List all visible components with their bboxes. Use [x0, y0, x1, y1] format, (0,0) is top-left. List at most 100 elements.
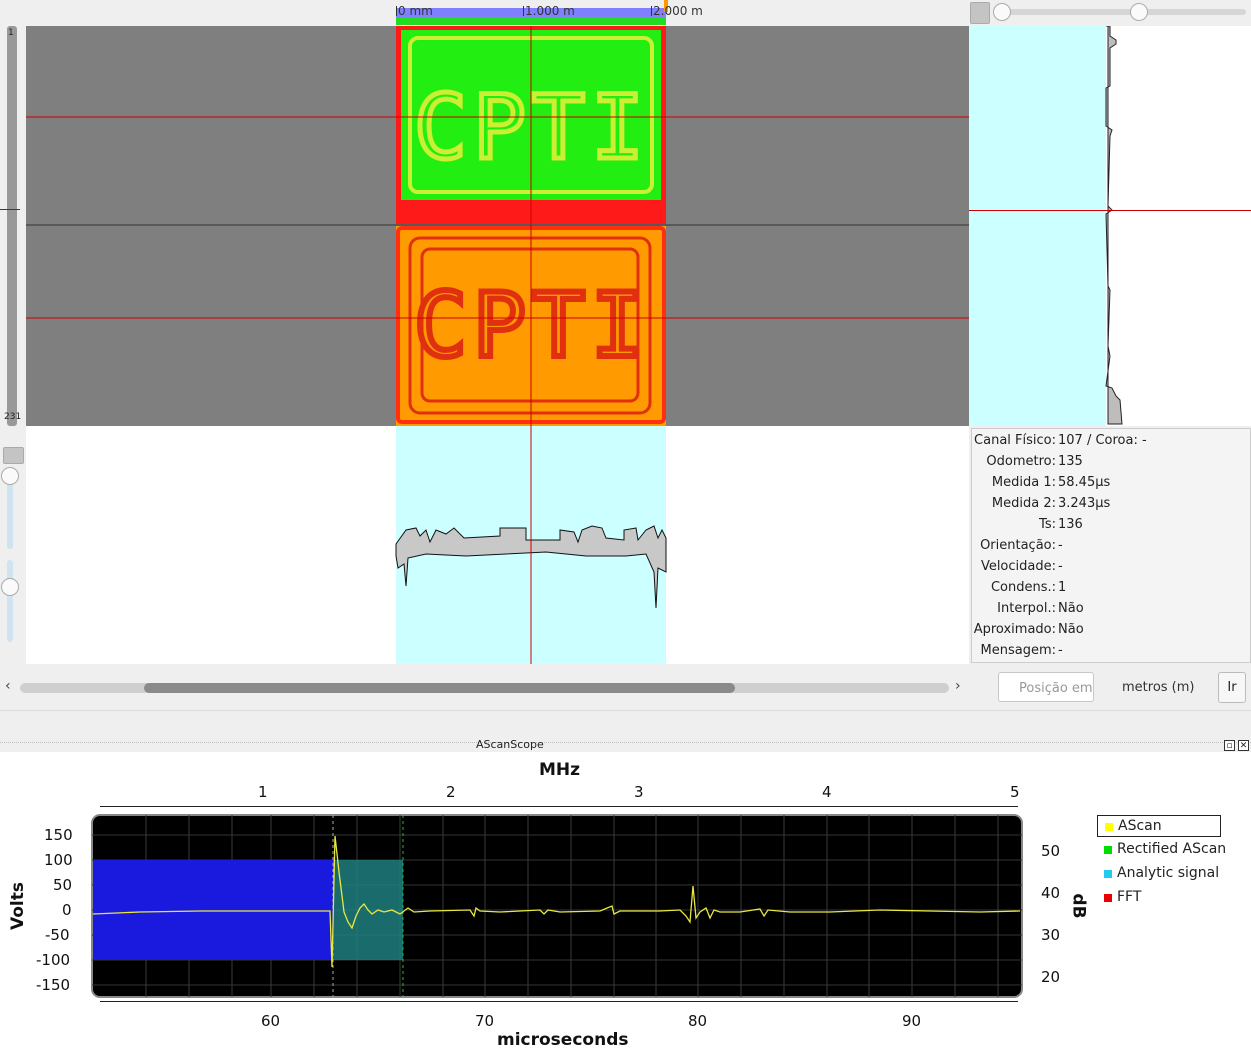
ruler-green-band: [396, 17, 666, 25]
info-value: -: [1058, 643, 1063, 658]
ruler-label-1: 1.000 m: [525, 4, 575, 18]
info-row: Ts: 136: [972, 517, 1251, 538]
bottom-profile-plot: [395, 426, 667, 664]
left-slider-knob-1[interactable]: [1, 467, 19, 485]
top-axis-line: [100, 806, 1018, 807]
vertical-scan-slider[interactable]: 1 231: [4, 26, 21, 426]
volts-tick-0: 0: [62, 901, 72, 919]
legend-swatch: [1105, 823, 1113, 831]
gate-1[interactable]: [93, 860, 333, 960]
left-cursor-tick: [0, 209, 20, 210]
horizontal-range-track[interactable]: [996, 9, 1246, 15]
range-min-knob[interactable]: [993, 3, 1011, 21]
close-icon[interactable]: ✕: [1238, 740, 1249, 751]
left-slider-knob-2[interactable]: [1, 578, 19, 596]
legend-label: FFT: [1117, 889, 1142, 905]
info-value: 135: [1058, 454, 1083, 469]
top-ruler: 0 mm 1.000 m 2.000 m: [396, 0, 703, 26]
info-row: Medida 2: 3.243µs: [972, 496, 1251, 517]
go-button[interactable]: Ir: [1218, 672, 1246, 703]
cscan-image: CPTI CPTI: [26, 26, 969, 426]
info-key: Mensagem:: [980, 643, 1057, 658]
legend-item[interactable]: FFT: [1097, 887, 1221, 909]
legend-item[interactable]: AScan: [1097, 815, 1221, 837]
dock-splitter[interactable]: [0, 710, 1251, 738]
info-value: 58.45µs: [1058, 475, 1111, 490]
ascan-plot[interactable]: [0, 752, 1251, 1060]
dock-grip[interactable]: [0, 742, 1251, 745]
info-key: Odometro:: [986, 454, 1056, 469]
info-value: 136: [1058, 517, 1083, 532]
legend-item[interactable]: Analytic signal: [1097, 863, 1221, 885]
info-key: Ts:: [1039, 517, 1056, 532]
info-key: Canal Físico:: [974, 433, 1056, 448]
info-value: 107 / Coroa: -: [1058, 433, 1147, 448]
right-profile-plot: [1105, 26, 1123, 425]
info-panel: Canal Físico: 107 / Coroa: - Odometro: 135 M…: [971, 428, 1251, 663]
right-cursor-line: [969, 210, 1251, 211]
unit-label: metros (m): [1122, 680, 1195, 695]
info-key: Medida 2:: [991, 496, 1056, 511]
scroll-left-icon[interactable]: ‹: [5, 678, 11, 694]
cpti-top-text: CPTI: [414, 76, 650, 179]
db-tick-30: 30: [1041, 926, 1061, 944]
mhz-tick-4: 4: [822, 783, 832, 801]
info-row: Condens.: 1: [972, 580, 1251, 601]
volts-tick-neg100: -100: [36, 951, 71, 969]
legend-label: Rectified AScan: [1117, 841, 1227, 857]
right-profile-panel: [969, 26, 1106, 426]
info-row: Aproximado: Não: [972, 622, 1251, 643]
bscan-view[interactable]: CPTI CPTI: [26, 26, 969, 426]
vertical-scale-top: 1: [8, 28, 14, 38]
range-slider-handle-box[interactable]: [970, 2, 990, 24]
info-row: Velocidade: -: [972, 559, 1251, 580]
vertical-scale-bottom: 231: [4, 412, 22, 422]
info-value: Não: [1058, 622, 1084, 637]
legend-swatch: [1104, 846, 1112, 854]
info-value: 1: [1058, 580, 1067, 595]
mhz-tick-2: 2: [446, 783, 456, 801]
restore-icon[interactable]: ▫: [1224, 740, 1235, 751]
left-slider-track-2[interactable]: [7, 560, 13, 642]
volts-tick-neg150: -150: [36, 976, 71, 994]
us-tick-60: 60: [261, 1012, 281, 1030]
info-value: -: [1058, 538, 1063, 553]
info-row: Odometro: 135: [972, 454, 1251, 475]
left-control-box[interactable]: [3, 447, 24, 464]
db-tick-20: 20: [1041, 968, 1061, 986]
info-key: Velocidade:: [980, 559, 1056, 574]
db-tick-40: 40: [1041, 884, 1061, 902]
cpti-bottom-text: CPTI: [414, 274, 650, 377]
info-value: -: [1058, 559, 1063, 574]
bottom-axis-line: [100, 1001, 1018, 1002]
top-axis-title: MHz: [539, 760, 581, 780]
bottom-profile-view: [26, 426, 969, 664]
ruler-label-0: 0 mm: [398, 4, 433, 18]
info-key: Aproximado:: [973, 622, 1056, 637]
mhz-tick-1: 1: [258, 783, 268, 801]
info-key: Orientação:: [980, 538, 1056, 553]
scope-legend: AScan Rectified AScan Analytic signal FFT: [1097, 815, 1226, 915]
info-key: Condens.:: [990, 580, 1056, 595]
us-tick-80: 80: [688, 1012, 708, 1030]
volts-tick-50: 50: [53, 876, 73, 894]
legend-item[interactable]: Rectified AScan: [1097, 839, 1226, 861]
scroll-right-icon[interactable]: ›: [955, 678, 961, 694]
db-tick-50: 50: [1041, 842, 1061, 860]
mhz-tick-3: 3: [634, 783, 644, 801]
info-value: Não: [1058, 601, 1084, 616]
info-row: Orientação: -: [972, 538, 1251, 559]
info-row: Mensagem: -: [972, 643, 1251, 664]
legend-swatch: [1104, 870, 1112, 878]
volts-tick-150: 150: [44, 826, 73, 844]
horizontal-scroll-thumb[interactable]: [144, 683, 735, 693]
right-axis-title: dB: [1068, 893, 1089, 919]
range-max-knob[interactable]: [1130, 3, 1148, 21]
legend-label: AScan: [1118, 818, 1162, 834]
bottom-axis-title: microseconds: [497, 1030, 629, 1050]
info-row: Canal Físico: 107 / Coroa: -: [972, 433, 1251, 454]
volts-tick-neg50: -50: [45, 926, 70, 944]
mhz-tick-5: 5: [1010, 783, 1020, 801]
position-input[interactable]: Posição em: [998, 672, 1094, 702]
legend-swatch: [1104, 894, 1112, 902]
